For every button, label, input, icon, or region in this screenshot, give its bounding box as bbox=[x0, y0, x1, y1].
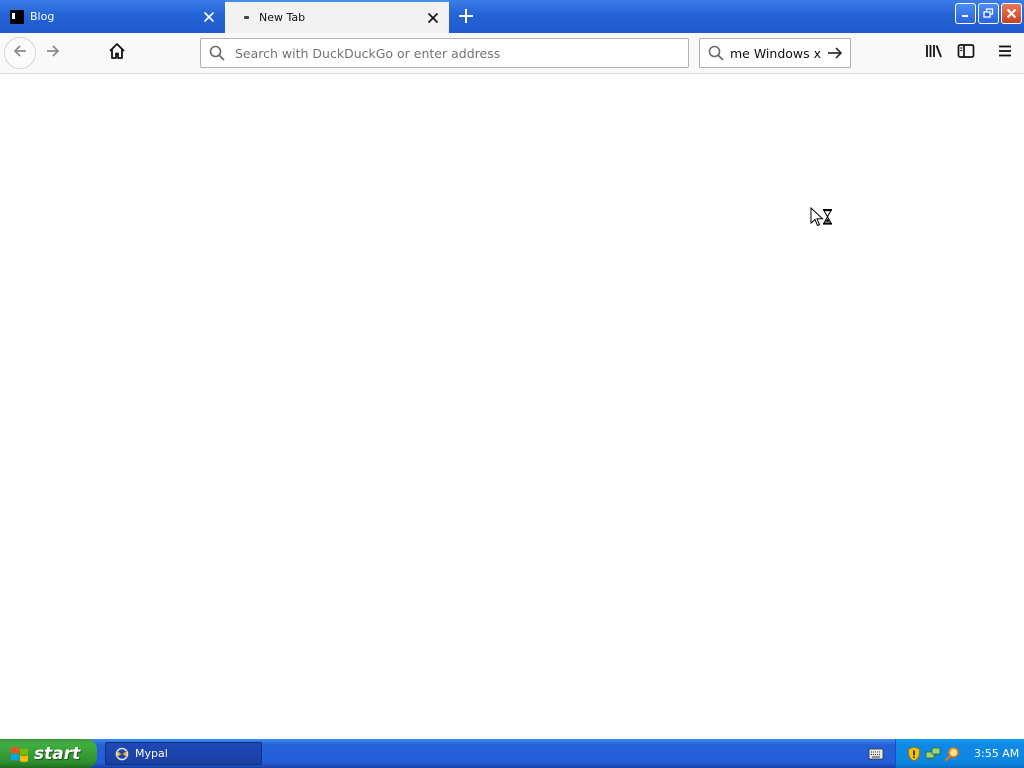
search-bar[interactable]: me Windows xp bbox=[699, 38, 851, 68]
search-input-value[interactable]: me Windows xp bbox=[730, 46, 822, 61]
arrow-left-icon bbox=[12, 43, 28, 63]
system-tray: 3:55 AM bbox=[895, 739, 1024, 768]
tab-label: New Tab bbox=[259, 11, 306, 24]
search-go-arrow-icon[interactable] bbox=[824, 42, 846, 64]
new-tab-favicon-icon bbox=[239, 11, 253, 25]
home-button[interactable] bbox=[101, 37, 133, 69]
tab-strip: Blog New Tab bbox=[0, 0, 1024, 33]
clock: 3:55 AM bbox=[974, 747, 1020, 760]
close-window-button[interactable] bbox=[1001, 3, 1022, 24]
menu-button[interactable] bbox=[989, 37, 1021, 69]
close-tab-icon[interactable] bbox=[199, 7, 219, 27]
close-tab-icon[interactable] bbox=[423, 8, 443, 28]
address-bar[interactable] bbox=[200, 38, 689, 68]
library-button[interactable] bbox=[918, 37, 950, 69]
restore-window-button[interactable] bbox=[978, 3, 999, 24]
library-icon bbox=[925, 43, 943, 63]
network-icon[interactable] bbox=[925, 746, 941, 762]
taskbar-item-mypal[interactable]: Mypal bbox=[105, 742, 262, 765]
tab-new-tab[interactable]: New Tab bbox=[225, 0, 449, 33]
busy-cursor-icon bbox=[810, 206, 834, 231]
new-tab-plus-icon[interactable] bbox=[454, 4, 478, 28]
tab-blog[interactable]: Blog bbox=[0, 0, 225, 33]
blog-favicon-icon bbox=[10, 9, 24, 24]
tab-label: Blog bbox=[30, 10, 55, 23]
magnifier-search-icon[interactable] bbox=[944, 746, 960, 762]
minimize-window-button[interactable] bbox=[955, 3, 976, 24]
navigation-toolbar: me Windows xp bbox=[0, 33, 1024, 74]
windows-flag-icon bbox=[10, 745, 30, 763]
sidebar-button[interactable] bbox=[950, 37, 982, 69]
hamburger-menu-icon bbox=[997, 43, 1013, 63]
keyboard-language-icon[interactable] bbox=[868, 746, 884, 765]
arrow-right-icon bbox=[45, 43, 61, 63]
search-icon bbox=[209, 45, 225, 61]
start-button[interactable]: start bbox=[0, 739, 97, 768]
security-shield-icon[interactable] bbox=[906, 746, 922, 762]
sidebar-icon bbox=[957, 43, 975, 63]
url-input[interactable] bbox=[233, 44, 677, 62]
home-icon bbox=[108, 42, 126, 64]
start-label: start bbox=[34, 743, 81, 764]
back-button[interactable] bbox=[4, 37, 36, 69]
forward-button[interactable] bbox=[37, 37, 69, 69]
search-icon bbox=[708, 45, 724, 61]
taskbar-item-label: Mypal bbox=[135, 747, 168, 760]
mypal-app-icon bbox=[114, 746, 130, 762]
page-content[interactable] bbox=[0, 74, 1024, 739]
